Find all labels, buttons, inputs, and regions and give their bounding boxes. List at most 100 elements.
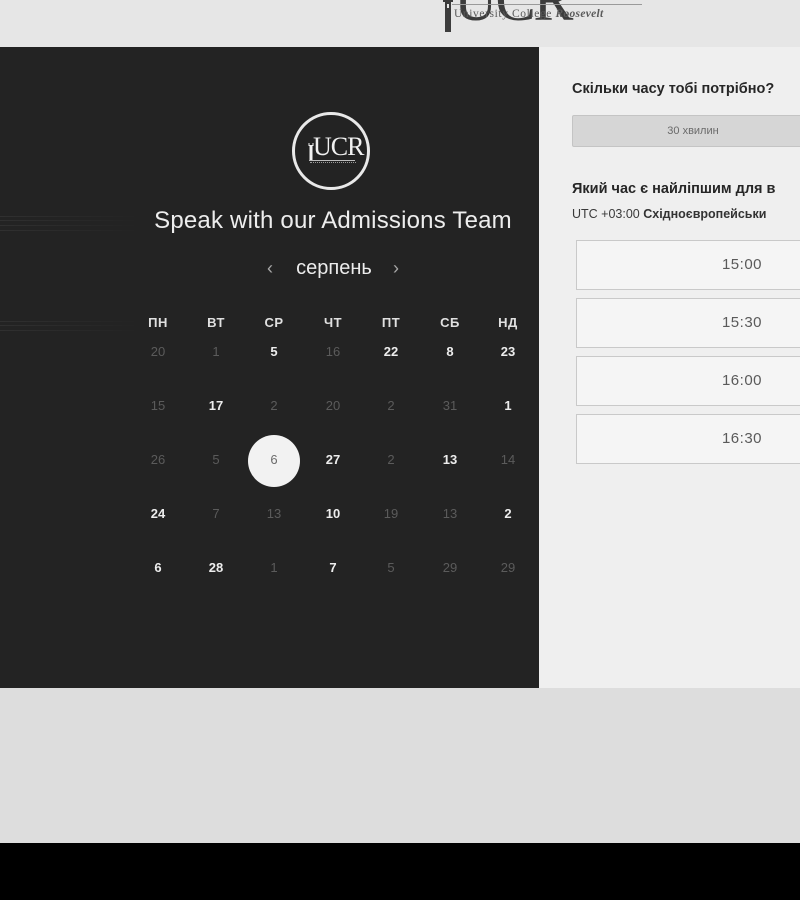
calendar-day: 2 (361, 391, 421, 421)
day-grid: 20 1 5 16 22 8 23 15 17 2 20 2 31 1 26 5 6 27 2 13 14 24 7 13 10… (128, 337, 536, 597)
weekday-label: ВТ (207, 315, 225, 330)
time-slot-button[interactable]: 16:30 (576, 414, 800, 464)
weekday-label: СР (264, 315, 284, 330)
calendar-day-number: 28 (208, 560, 224, 575)
booking-panel: Скільки часу тобі потрібно? 30 хвилин Як… (539, 47, 800, 688)
calendar-day: 2 (361, 445, 421, 475)
calendar-day: 19 (361, 499, 421, 529)
time-slot-label: 15:00 (721, 256, 763, 273)
calendar-day[interactable]: 22 (361, 337, 421, 367)
timezone-label[interactable]: UTC +03:00 Східноєвропейськи (572, 207, 766, 221)
ucr-logo-rule (309, 160, 355, 161)
calendar-day-number: 13 (442, 452, 458, 467)
calendar-day-number: 10 (325, 506, 341, 521)
calendar-day: 20 (303, 391, 363, 421)
calendar-day: 13 (244, 499, 304, 529)
ucr-logo-letters: UCR (313, 132, 364, 161)
calendar-day-number: 23 (500, 344, 516, 359)
duration-selector[interactable]: 30 хвилин (572, 115, 800, 147)
calendar-day[interactable]: 5 (244, 337, 304, 367)
calendar-day: 29 (478, 553, 538, 583)
header-logo-subtitle-name: Roosevelt (555, 8, 604, 20)
calendar-day-number: 8 (446, 344, 454, 359)
calendar-day[interactable]: 27 (303, 445, 363, 475)
calendar-day-number: 31 (442, 398, 458, 413)
calendar-day-number: 15 (150, 398, 166, 413)
ucr-logo: UCR (292, 112, 370, 190)
header-logo-subtitle-prefix: University College (454, 8, 552, 20)
ucr-logo-subtitle-line (310, 162, 356, 166)
calendar-day: 15 (128, 391, 188, 421)
calendar-day-number: 2 (270, 398, 278, 413)
calendar-day-number: 6 (270, 452, 278, 467)
top-header: UCR University College Roosevelt (0, 0, 800, 47)
timezone-offset: UTC +03:00 (572, 207, 640, 221)
calendar-day-number: 13 (442, 506, 458, 521)
calendar-day-number: 24 (150, 506, 166, 521)
calendar-day-number: 29 (500, 560, 516, 575)
calendar-day-number: 7 (329, 560, 337, 575)
timezone-name: Східноєвропейськи (643, 207, 767, 221)
calendar-day[interactable]: 28 (186, 553, 246, 583)
calendar-day-number: 2 (387, 398, 395, 413)
calendar-day-number: 20 (325, 398, 341, 413)
calendar-day: 7 (186, 499, 246, 529)
calendar-day-selected[interactable]: 6 (244, 435, 304, 487)
calendar-day[interactable]: 2 (478, 499, 538, 529)
weekday-label: СБ (440, 315, 460, 330)
calendar-day[interactable]: 6 (128, 553, 188, 583)
calendar-day: 13 (420, 499, 480, 529)
weekday-label: НД (498, 315, 518, 330)
calendar-day-number: 1 (504, 398, 512, 413)
calendar-day-number: 5 (212, 452, 220, 467)
calendar-day-number: 14 (500, 452, 516, 467)
header-logo: UCR University College Roosevelt (440, 0, 660, 32)
calendar-day[interactable]: 24 (128, 499, 188, 529)
calendar-day-number: 17 (208, 398, 224, 413)
calendar-day[interactable]: 13 (420, 445, 480, 475)
calendar-panel: UCR Speak with our Admissions Team ‹ сер… (0, 47, 539, 688)
page-footer-area (0, 688, 800, 843)
time-slot-button[interactable]: 16:00 (576, 356, 800, 406)
duration-question: Скільки часу тобі потрібно? (572, 81, 775, 97)
header-logo-subtitle: University College Roosevelt (454, 8, 604, 20)
weekday-label: ПН (148, 315, 168, 330)
calendar-title: Speak with our Admissions Team (154, 207, 512, 234)
calendar-day-number: 13 (266, 506, 282, 521)
decorative-streak (0, 321, 140, 322)
calendar-day: 5 (186, 445, 246, 475)
chevron-left-icon[interactable]: ‹ (264, 258, 276, 278)
calendar-day[interactable]: 8 (420, 337, 480, 367)
calendar-day[interactable]: 1 (478, 391, 538, 421)
calendar-day-number: 29 (442, 560, 458, 575)
calendar-day-number: 6 (154, 560, 162, 575)
calendar-day-number: 5 (387, 560, 395, 575)
time-slot-button[interactable]: 15:00 (576, 240, 800, 290)
calendar-day[interactable]: 10 (303, 499, 363, 529)
calendar-day: 5 (361, 553, 421, 583)
calendar-day-number: 27 (325, 452, 341, 467)
calendar-day-number: 2 (387, 452, 395, 467)
calendar-day[interactable]: 23 (478, 337, 538, 367)
weekday-label: ПТ (381, 315, 401, 330)
calendar-day: 26 (128, 445, 188, 475)
calendar-day: 29 (420, 553, 480, 583)
calendar-day: 20 (128, 337, 188, 367)
calendar-day: 1 (186, 337, 246, 367)
calendar-day-number: 5 (270, 344, 278, 359)
weekday-header: ПН ВТ СР ЧТ ПТ СБ НД (128, 315, 536, 335)
time-question: Який час є найліпшим для в (572, 181, 776, 197)
month-navigation: ‹ серпень › (262, 255, 406, 283)
booking-page: UCR University College Roosevelt UCR Sp (0, 0, 800, 900)
calendar-day: 14 (478, 445, 538, 475)
decorative-streak (0, 330, 140, 331)
time-slot-button[interactable]: 15:30 (576, 298, 800, 348)
calendar-day[interactable]: 7 (303, 553, 363, 583)
calendar-day-number: 1 (270, 560, 278, 575)
calendar-day[interactable]: 17 (186, 391, 246, 421)
calendar-day: 1 (244, 553, 304, 583)
calendar-day-number: 22 (383, 344, 399, 359)
calendar-day-number: 26 (150, 452, 166, 467)
chevron-right-icon[interactable]: › (390, 258, 402, 278)
calendar-day-number: 1 (212, 344, 220, 359)
